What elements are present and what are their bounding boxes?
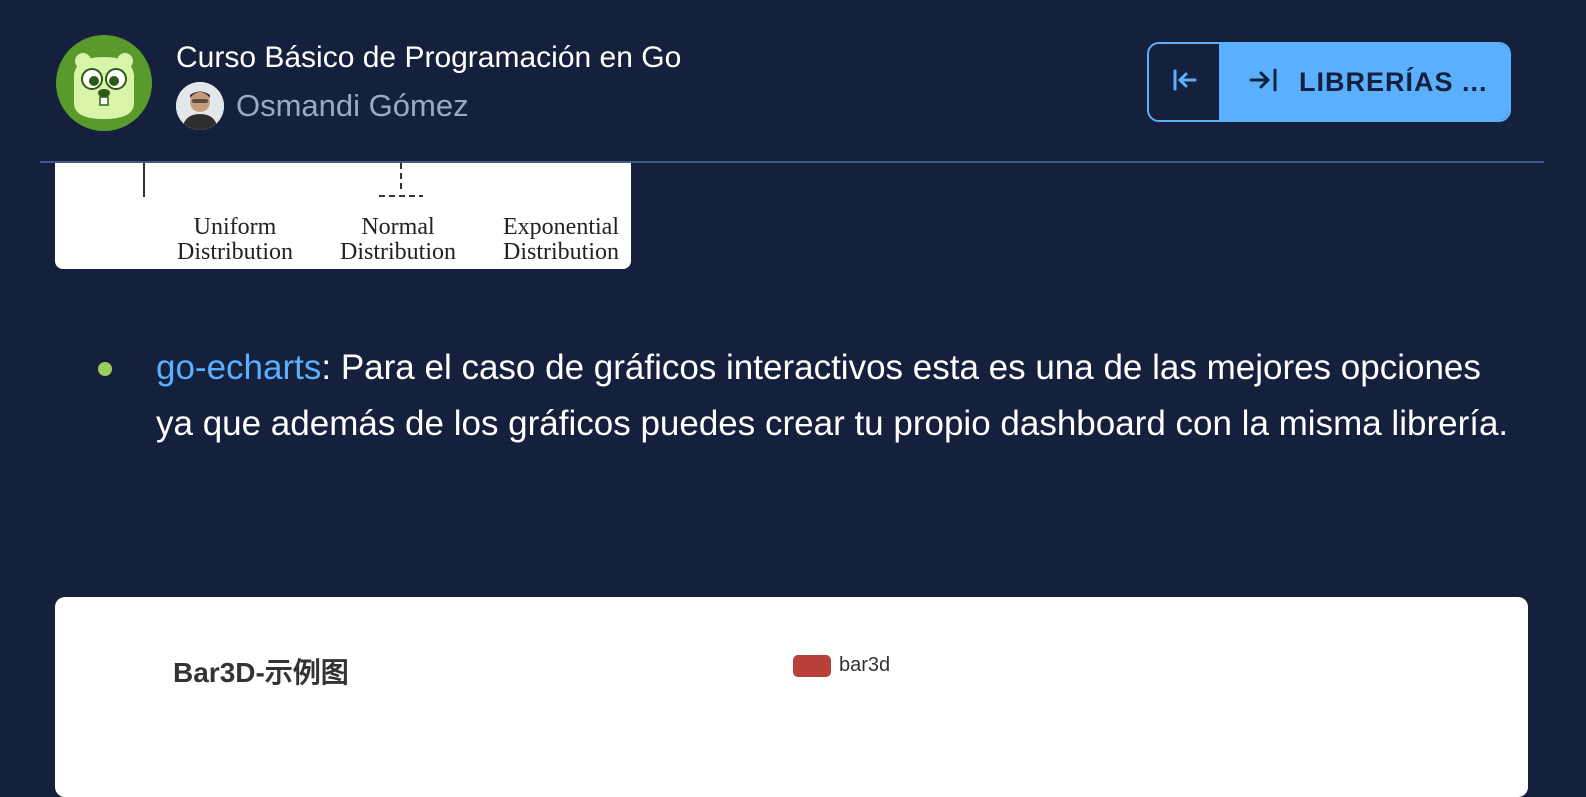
normal-distribution-label: Normal Distribution xyxy=(339,214,456,265)
course-header: Curso Básico de Programación en Go Osman… xyxy=(0,0,1586,162)
previous-lesson-button[interactable] xyxy=(1149,44,1221,120)
lesson-navigation: LIBRERÍAS ... xyxy=(1147,42,1511,122)
exponential-distribution-label: Exponential Distribution xyxy=(502,214,619,265)
chart-legend[interactable]: bar3d xyxy=(793,654,890,677)
bullet-description: : Para el caso de gráficos interactivos … xyxy=(156,348,1509,443)
bar3d-chart: Bar3D-示例图 bar3d xyxy=(55,597,1528,797)
chart-title: Bar3D-示例图 xyxy=(173,657,349,688)
author-name: Osmandi Gómez xyxy=(236,88,469,123)
course-title: Curso Básico de Programación en Go xyxy=(176,41,682,74)
go-echarts-link[interactable]: go-echarts xyxy=(156,348,321,387)
arrow-right-to-line-icon xyxy=(1247,63,1281,102)
bullet-paragraph: go-echarts: Para el caso de gráficos int… xyxy=(156,340,1516,452)
arrow-left-to-line-icon xyxy=(1168,64,1200,101)
legend-label-bar3d: bar3d xyxy=(839,654,891,676)
author: Osmandi Gómez xyxy=(176,82,469,130)
next-lesson-label: LIBRERÍAS ... xyxy=(1299,66,1488,97)
author-avatar xyxy=(176,82,224,130)
uniform-distribution-label: Uniform Distribution xyxy=(176,214,293,265)
next-lesson-button[interactable]: LIBRERÍAS ... xyxy=(1221,44,1509,120)
distributions-figure: Uniform Distribution Normal Distribution… xyxy=(55,163,631,269)
gopher-logo-icon xyxy=(56,35,152,131)
legend-swatch-bar3d xyxy=(793,654,831,677)
bullet-point xyxy=(98,362,112,376)
